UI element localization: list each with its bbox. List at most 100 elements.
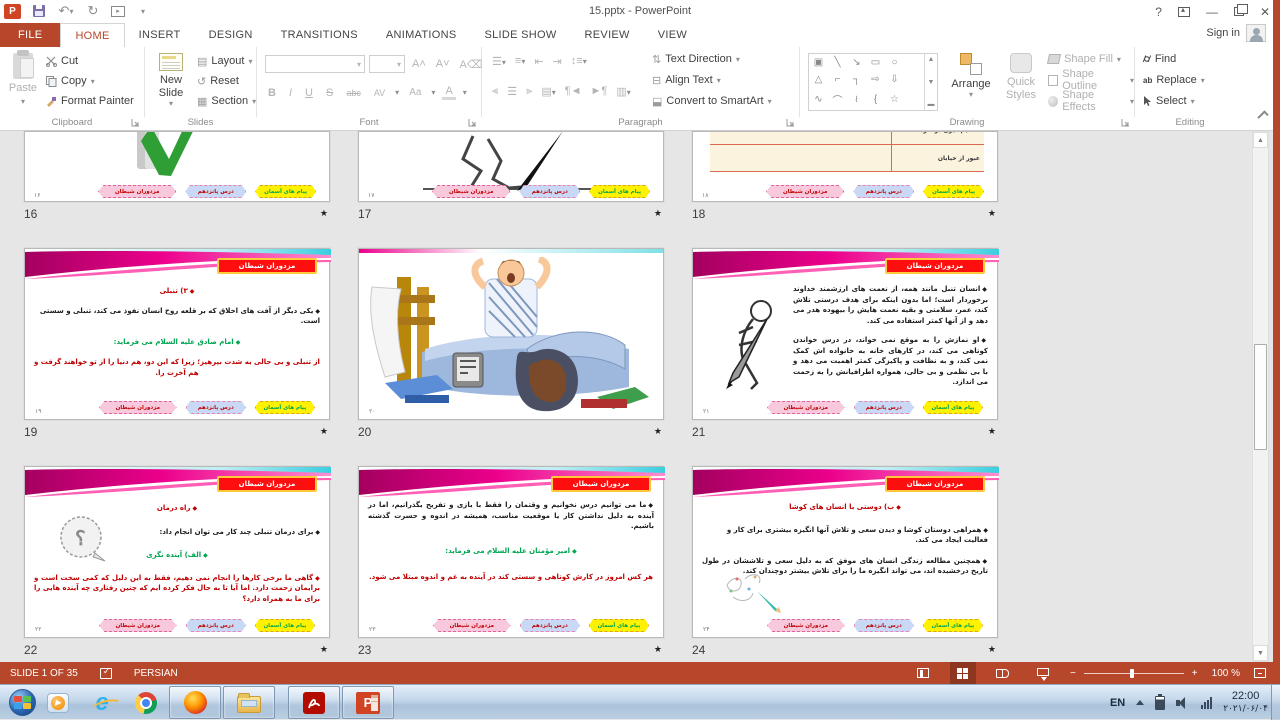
slide-sorter-view-button[interactable] <box>950 662 976 684</box>
badge-lesson[interactable]: درس پانزدهم <box>186 401 246 414</box>
vertical-scrollbar[interactable]: ▲ ▼ <box>1252 131 1269 662</box>
zoom-out-button[interactable]: − <box>1070 668 1076 679</box>
arrange-button[interactable]: Arrange▾ <box>946 47 996 99</box>
badge-topic[interactable]: مزدوران شیطان <box>766 185 844 198</box>
font-dialog-launcher[interactable] <box>468 118 478 128</box>
decrease-indent-button[interactable]: ⇤ <box>534 55 543 68</box>
slide-20-thumbnail[interactable]: ۲۰ <box>358 248 664 420</box>
badge-book[interactable]: پیام های آسمان <box>923 619 983 632</box>
reset-button[interactable]: ↺Reset <box>197 72 256 90</box>
new-slide-button[interactable]: New Slide▾ <box>149 47 193 108</box>
scrollbar-thumb[interactable] <box>1254 344 1267 450</box>
tab-insert[interactable]: INSERT <box>125 23 195 47</box>
acrobat-taskbar-button[interactable] <box>288 686 340 719</box>
language-tray-indicator[interactable]: EN <box>1110 697 1125 709</box>
internet-explorer-icon[interactable]: e <box>80 685 124 720</box>
format-painter-button[interactable]: Format Painter <box>46 92 134 110</box>
center-button[interactable]: ☰ <box>507 85 517 98</box>
ribbon-display-options-button[interactable] <box>1178 7 1190 17</box>
bullets-button[interactable]: ☰▾ <box>492 55 506 68</box>
tab-design[interactable]: DESIGN <box>195 23 267 47</box>
help-button[interactable]: ? <box>1155 5 1162 19</box>
italic-button[interactable]: I <box>286 87 295 99</box>
bold-button[interactable]: B <box>265 87 279 99</box>
justify-button[interactable]: ▤▾ <box>541 85 555 98</box>
badge-book[interactable]: پیام های آسمان <box>923 401 983 414</box>
badge-book[interactable]: پیام های آسمان <box>255 401 315 414</box>
change-case-button[interactable]: Aa <box>406 87 424 98</box>
slideshow-view-button[interactable] <box>1030 662 1056 684</box>
firefox-taskbar-button[interactable] <box>169 686 221 719</box>
line-spacing-button[interactable]: ↕≡▾ <box>571 55 587 68</box>
slide-21-thumbnail[interactable]: مزدوران شیطان ◆انسان تنبل مانند همه، از … <box>692 248 998 420</box>
zoom-slider[interactable]: − + <box>1070 668 1198 679</box>
speaker-icon[interactable] <box>1176 697 1190 709</box>
badge-topic[interactable]: مزدوران شیطان <box>767 401 845 414</box>
strikethrough-button[interactable]: S <box>323 87 336 99</box>
paste-button[interactable]: Paste▾ <box>4 47 42 106</box>
cut-button[interactable]: Cut <box>46 52 134 70</box>
ltr-direction-button[interactable]: ¶◄ <box>565 85 582 98</box>
align-right-button[interactable]: ⫸ <box>526 85 532 98</box>
reading-view-button[interactable] <box>990 662 1016 684</box>
shape-outline-button[interactable]: Shape Outline▾ <box>1048 71 1134 89</box>
zoom-in-button[interactable]: + <box>1192 668 1198 679</box>
fit-slide-to-window-button[interactable] <box>1254 668 1266 678</box>
shapes-gallery[interactable]: ▣╲↘▭○ △⌐┐⇨⇩ ∿⌒≀{☆ ▲▼▬ <box>808 53 938 111</box>
badge-lesson[interactable]: درس پانزدهم <box>854 619 914 632</box>
font-color-button[interactable]: A <box>442 85 455 100</box>
badge-lesson[interactable]: درس پانزدهم <box>520 619 580 632</box>
badge-lesson[interactable]: درس پانزدهم <box>186 619 246 632</box>
powerpoint-taskbar-button[interactable]: P <box>342 686 394 719</box>
convert-smartart-button[interactable]: ⬓Convert to SmartArt▾ <box>652 92 772 110</box>
align-text-button[interactable]: ⊟Align Text▾ <box>652 71 772 89</box>
badge-topic[interactable]: مزدوران شیطان <box>98 185 176 198</box>
font-name-combobox[interactable]: ▾ <box>265 55 365 73</box>
slide-sorter-area[interactable]: مزدوران شیطان درس پانزدهم پیام های آسمان… <box>0 131 1280 662</box>
font-size-combobox[interactable]: ▾ <box>369 55 405 73</box>
tab-review[interactable]: REVIEW <box>571 23 644 47</box>
show-desktop-button[interactable] <box>1271 685 1280 720</box>
sign-in-area[interactable]: Sign in <box>1206 24 1266 42</box>
text-direction-button[interactable]: ⇅Text Direction▾ <box>652 50 772 68</box>
badge-topic[interactable]: مزدوران شیطان <box>433 619 511 632</box>
quick-styles-button[interactable]: Quick Styles <box>998 47 1044 101</box>
spellcheck-icon[interactable] <box>100 668 112 679</box>
rtl-direction-button[interactable]: ►¶ <box>591 85 608 98</box>
badge-topic[interactable]: مزدوران شیطان <box>432 185 510 198</box>
copy-button[interactable]: Copy▾ <box>46 72 134 90</box>
badge-book[interactable]: پیام های آسمان <box>923 185 984 198</box>
slide-17-thumbnail[interactable]: مزدوران شیطان درس پانزدهم پیام های آسمان… <box>358 131 664 202</box>
layout-button[interactable]: ▤Layout▾ <box>197 52 256 70</box>
tab-view[interactable]: VIEW <box>644 23 701 47</box>
align-left-button[interactable]: ⫷ <box>492 85 498 98</box>
chrome-icon[interactable] <box>124 685 168 720</box>
find-button[interactable]: ⌭Find <box>1143 50 1205 68</box>
badge-topic[interactable]: مزدوران شیطان <box>767 619 845 632</box>
slide-23-thumbnail[interactable]: مزدوران شیطان ◆ما می توانیم درس نخوانیم … <box>358 466 664 638</box>
select-button[interactable]: Select▾ <box>1143 92 1205 110</box>
underline-button[interactable]: U <box>302 87 316 99</box>
scroll-up-button[interactable]: ▲ <box>1253 132 1268 148</box>
text-shadow-button[interactable]: abc <box>343 88 364 98</box>
badge-lesson[interactable]: درس پانزدهم <box>185 185 246 198</box>
zoom-level[interactable]: 100 % <box>1212 668 1240 679</box>
tab-animations[interactable]: ANIMATIONS <box>372 23 471 47</box>
restore-button[interactable] <box>1234 7 1244 16</box>
badge-topic[interactable]: مزدوران شیطان <box>99 619 177 632</box>
badge-book[interactable]: پیام های آسمان <box>589 619 649 632</box>
columns-button[interactable]: ▥▾ <box>616 85 630 98</box>
badge-lesson[interactable]: درس پانزدهم <box>853 185 914 198</box>
badge-book[interactable]: پیام های آسمان <box>589 185 650 198</box>
badge-book[interactable]: پیام های آسمان <box>255 185 316 198</box>
numbering-button[interactable]: ≡▾ <box>515 55 525 68</box>
shape-effects-button[interactable]: Shape Effects▾ <box>1048 92 1134 110</box>
badge-book[interactable]: پیام های آسمان <box>255 619 315 632</box>
badge-topic[interactable]: مزدوران شیطان <box>99 401 177 414</box>
replace-button[interactable]: abReplace▾ <box>1143 71 1205 89</box>
character-spacing-button[interactable]: AV <box>371 88 388 98</box>
increase-indent-button[interactable]: ⇥ <box>553 55 562 68</box>
shape-fill-button[interactable]: Shape Fill▾ <box>1048 50 1134 68</box>
media-player-icon[interactable]: ▶ <box>36 685 80 720</box>
tab-slideshow[interactable]: SLIDE SHOW <box>470 23 570 47</box>
